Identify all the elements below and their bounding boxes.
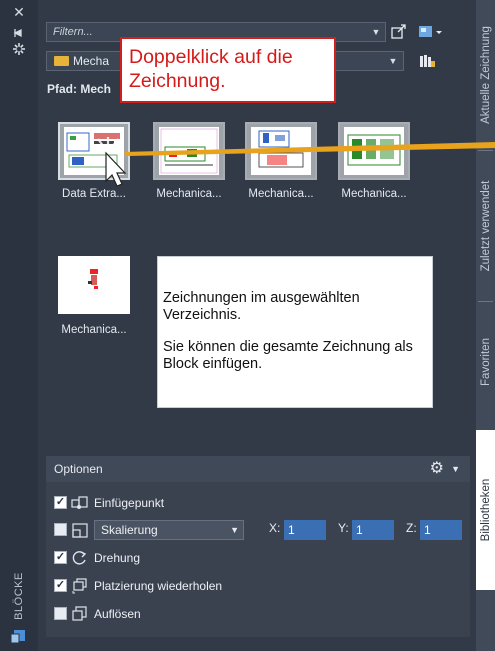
palette-title-bar: ✕ BLÖCKE — [0, 0, 38, 651]
scale-option: Skalierung ▼ X: 1 Y: 1 Z: 1 — [54, 519, 470, 541]
thumbnail-caption: Mechanica... — [341, 188, 407, 200]
callout-text: Zeichnung. — [129, 70, 226, 92]
tooltip-line: Zeichnungen im ausgewählten Verzeichnis. — [163, 290, 360, 323]
tooltip-line: Sie können die gesamte Zeichnung als Blo… — [163, 339, 413, 372]
x-label: X: — [269, 521, 281, 535]
chevron-down-icon[interactable]: ▼ — [230, 521, 239, 539]
scale-y-input[interactable]: 1 — [352, 520, 394, 540]
insertion-point-checkbox[interactable]: ✓ — [54, 496, 67, 509]
rotation-checkbox[interactable]: ✓ — [54, 551, 67, 564]
rotate-icon — [71, 550, 89, 566]
scale-x-input[interactable]: 1 — [284, 520, 326, 540]
autohide-icon[interactable] — [13, 27, 25, 41]
tab-favorites[interactable]: Favoriten — [476, 302, 495, 422]
z-label: Z: — [406, 521, 417, 535]
options-header[interactable]: Optionen ⚙ ▼ — [46, 456, 470, 482]
scale-icon — [71, 522, 89, 538]
explode-label: Auflösen — [94, 607, 141, 621]
browse-library-icon[interactable] — [418, 52, 436, 70]
close-icon[interactable]: ✕ — [13, 5, 25, 19]
insertion-point-icon — [71, 495, 89, 511]
explode-checkbox[interactable] — [54, 607, 67, 620]
thumbnail-caption: Mechanica... — [248, 188, 314, 200]
scale-dropdown[interactable]: Skalierung ▼ — [94, 520, 244, 540]
insertion-point-label: Einfügepunkt — [94, 496, 165, 510]
properties-icon[interactable] — [13, 43, 25, 57]
scale-z-input[interactable]: 1 — [420, 520, 462, 540]
instruction-callout: Doppelklick auf die Zeichnung. — [120, 37, 336, 103]
palette-title: BLÖCKE — [13, 572, 25, 620]
thumbnail-caption: Mechanica... — [61, 324, 127, 336]
chevron-down-icon[interactable]: ▼ — [385, 52, 401, 70]
screen: ✕ BLÖCKE Filtern... ▼ Mecha ▼ Pfad: Mech… — [0, 0, 495, 651]
tab-libraries[interactable]: Bibliotheken — [476, 430, 495, 590]
callout-arrow — [124, 142, 495, 156]
drawing-thumbnail[interactable] — [58, 256, 130, 314]
repeat-placement-label: Platzierung wiederholen — [94, 579, 223, 593]
thumbnail-caption: Mechanica... — [156, 188, 222, 200]
tab-recent[interactable]: Zuletzt verwendet — [476, 151, 495, 301]
blocks-palette-icon — [10, 628, 27, 644]
repeat-placement-checkbox[interactable]: ✓ — [54, 579, 67, 592]
mouse-pointer-icon — [88, 133, 134, 189]
import-blocks-icon[interactable] — [390, 23, 408, 41]
path-label: Pfad: Mech — [47, 82, 112, 96]
chevron-down-icon[interactable]: ▼ — [451, 456, 460, 482]
thumbnail-tooltip: Zeichnungen im ausgewählten Verzeichnis.… — [157, 256, 433, 408]
filter-dropdown-icon[interactable]: ▼ — [367, 23, 385, 41]
options-panel: ✓ Einfügepunkt Skalierung ▼ X: 1 Y: 1 Z:… — [46, 482, 470, 637]
scale-checkbox[interactable] — [54, 523, 67, 536]
palette-tabs: Aktuelle Zeichnung Zuletzt verwendet Fav… — [476, 0, 495, 651]
view-mode-icon[interactable] — [418, 23, 442, 41]
folder-icon — [54, 56, 69, 66]
y-label: Y: — [338, 521, 349, 535]
callout-text: Doppelklick auf die — [129, 46, 293, 68]
thumbnail-caption: Data Extra... — [62, 188, 126, 200]
explode-icon — [71, 606, 89, 622]
gear-icon[interactable]: ⚙ — [430, 456, 444, 482]
repeat-placement-icon — [71, 578, 89, 594]
rotation-label: Drehung — [94, 551, 141, 565]
tab-current-drawing[interactable]: Aktuelle Zeichnung — [476, 0, 495, 150]
